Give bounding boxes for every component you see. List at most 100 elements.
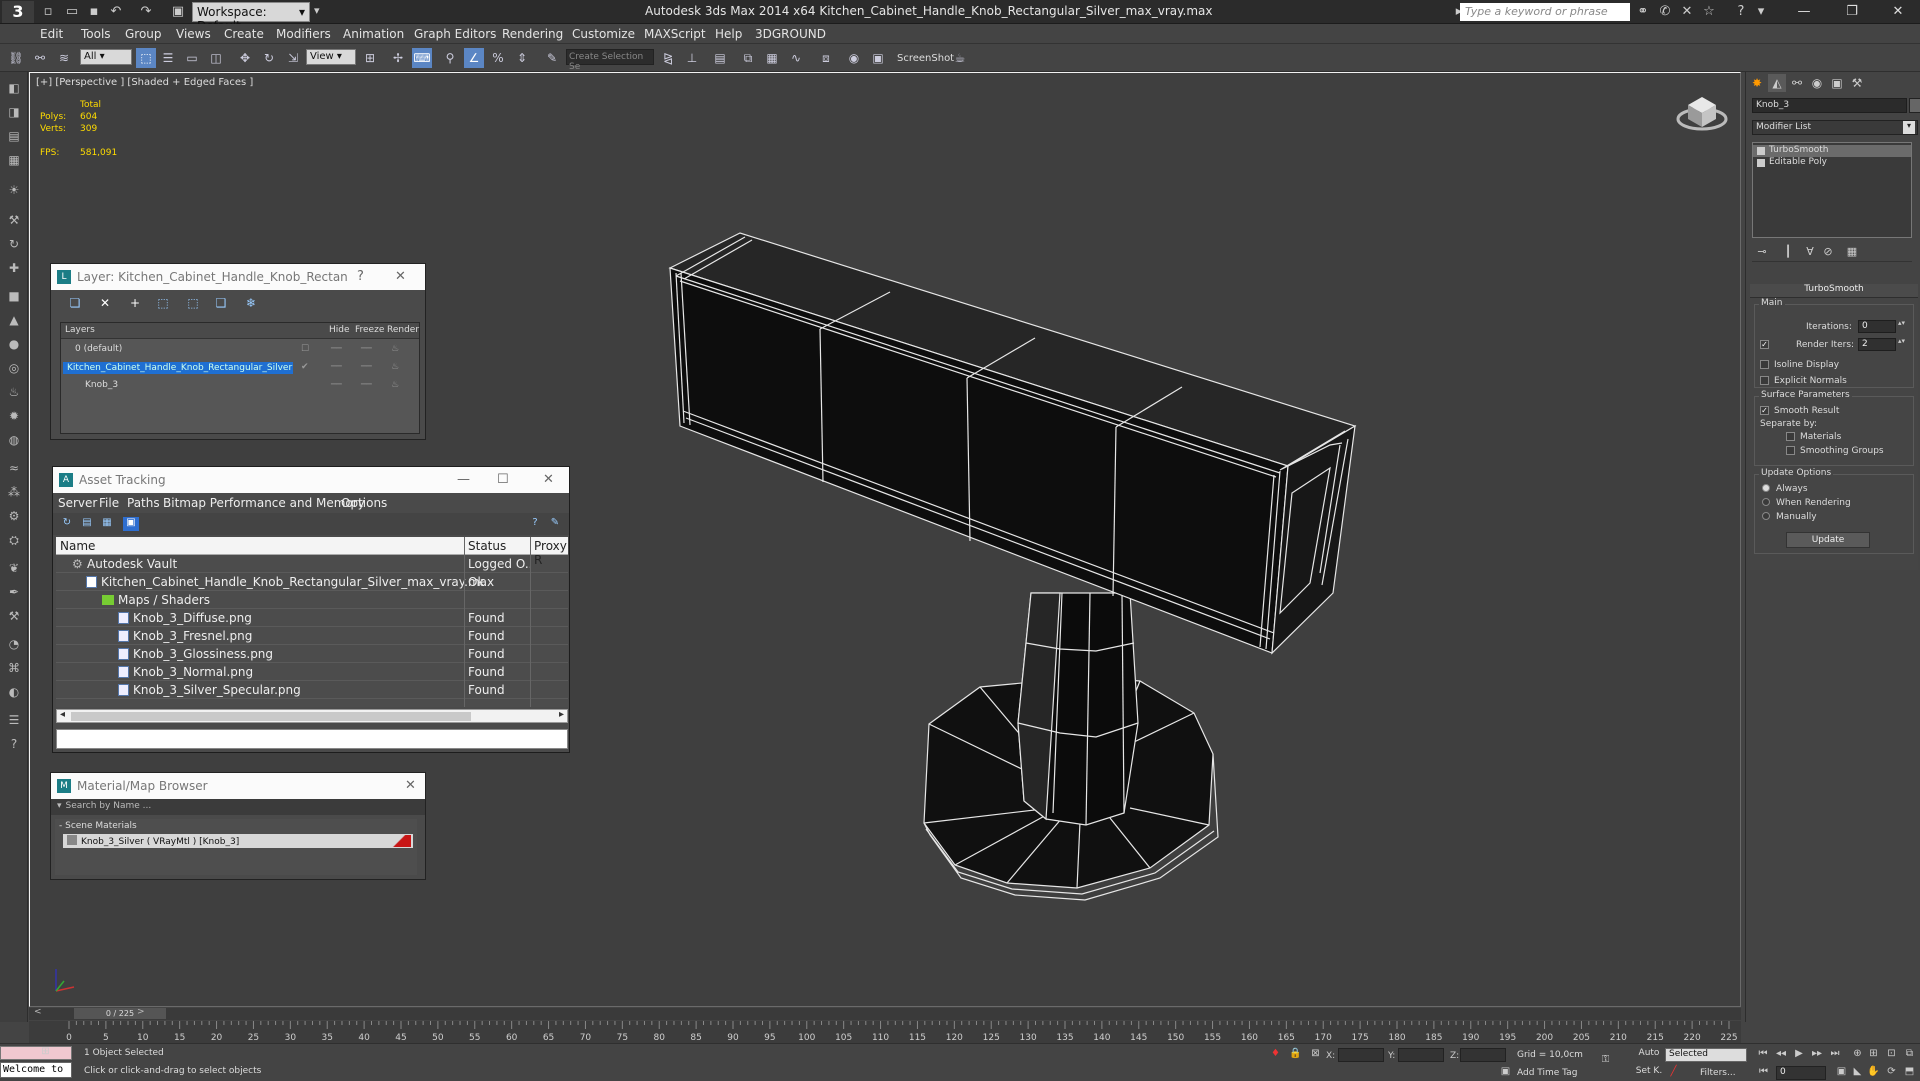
sun-light-icon[interactable]: ✹ <box>4 406 24 426</box>
asset-menu-server[interactable]: Server <box>58 496 97 510</box>
asset-menu-paths[interactable]: Paths <box>127 496 160 510</box>
col-layers[interactable]: Layers <box>65 325 95 335</box>
utilities-tab-icon[interactable]: ⚒ <box>1848 74 1866 92</box>
layer-panel-help-button[interactable]: ? <box>357 269 364 284</box>
select-move-icon[interactable]: ✥ <box>235 48 255 68</box>
layer-panel-header[interactable]: L Layer: Kitchen_Cabinet_Handle_Knob_Rec… <box>51 264 425 290</box>
bind-space-warp-icon[interactable]: ≋ <box>54 48 74 68</box>
shape-icon[interactable]: ≈ <box>4 458 24 478</box>
z-coordinate-field[interactable] <box>1460 1048 1506 1062</box>
communication-center-icon[interactable]: ✆ <box>1656 3 1674 21</box>
next-frame-icon[interactable]: ▸▸ <box>1810 1048 1824 1062</box>
object-name-field[interactable]: Knob_3 <box>1752 98 1907 113</box>
scroll-left-icon[interactable]: ◂ <box>60 709 65 720</box>
highlight-icon[interactable]: ✎ <box>547 517 563 531</box>
thumbnail-view-icon[interactable]: ▦ <box>99 517 115 531</box>
always-radio[interactable] <box>1762 484 1770 492</box>
teapot-icon[interactable]: ♨ <box>391 344 399 354</box>
layer-row[interactable]: 0 (default) ☐ ── ── ♨ <box>61 341 419 359</box>
camera-icon[interactable]: ◨ <box>4 102 24 122</box>
maxscript-input[interactable]: Welcome to <box>0 1062 72 1078</box>
key-icon[interactable]: ⚿ <box>1598 1054 1613 1069</box>
key-mode-icon[interactable]: ╱ <box>1666 1066 1681 1081</box>
refresh-icon[interactable]: ↻ <box>59 517 75 531</box>
material-search-input[interactable]: ▾ Search by Name ... <box>51 799 425 815</box>
hide-all-layers-icon[interactable]: ❑ <box>213 296 229 312</box>
freeze-toggle[interactable]: ── <box>361 344 372 354</box>
close-button[interactable]: ✕ <box>1880 2 1916 22</box>
table-row[interactable]: Knob_3_Fresnel.png Found <box>56 627 568 645</box>
col-status[interactable]: Status <box>468 539 506 553</box>
expand-icon[interactable] <box>1757 159 1765 167</box>
hide-toggle[interactable]: ── <box>331 380 342 390</box>
menu-edit[interactable]: Edit <box>40 27 63 41</box>
material-editor-icon[interactable]: ◉ <box>844 48 864 68</box>
mirror-icon[interactable]: ⧎ <box>658 48 678 68</box>
isolate-selection-icon[interactable]: ♦ <box>1268 1048 1283 1063</box>
minimize-button[interactable]: — <box>1786 2 1822 22</box>
maximize-viewport-icon[interactable]: ⬒ <box>1902 1066 1917 1081</box>
key-filters-button[interactable]: Filters... <box>1700 1068 1736 1078</box>
table-row[interactable]: Kitchen_Cabinet_Handle_Knob_Rectangular_… <box>56 573 568 591</box>
highlight-layer-icon[interactable]: ⬚ <box>185 296 201 312</box>
table-row[interactable]: Knob_3_Normal.png Found <box>56 663 568 681</box>
orbit-icon[interactable]: ⟳ <box>1884 1066 1899 1081</box>
key-mode-toggle-icon[interactable]: ⏮ <box>1756 1066 1771 1081</box>
menu-rendering[interactable]: Rendering <box>502 27 563 41</box>
select-by-name-icon[interactable]: ☰ <box>158 48 178 68</box>
freeze-toggle[interactable]: ── <box>361 362 372 372</box>
remove-modifier-icon[interactable]: ⊘ <box>1820 245 1836 261</box>
make-unique-icon[interactable]: ∀ <box>1802 245 1818 261</box>
teapot-primitive-icon[interactable]: ♨ <box>4 382 24 402</box>
stack-item-editable-poly[interactable]: Editable Poly <box>1753 157 1911 169</box>
asset-menu-file[interactable]: File <box>99 496 119 510</box>
help-icon[interactable]: ? <box>527 517 543 531</box>
question-icon[interactable]: ? <box>4 734 24 754</box>
rectangular-selection-icon[interactable]: ▭ <box>182 48 202 68</box>
object-color-swatch[interactable] <box>1909 98 1920 113</box>
delete-layer-icon[interactable]: ✕ <box>97 296 113 312</box>
hide-toggle[interactable]: ── <box>331 344 342 354</box>
key-filter-dropdown[interactable]: Selected <box>1665 1048 1747 1062</box>
set-key-button[interactable]: Set K. <box>1630 1066 1668 1080</box>
hierarchy-tab-icon[interactable]: ⚯ <box>1788 74 1806 92</box>
search-input[interactable]: Type a keyword or phrase <box>1460 3 1630 21</box>
time-slider[interactable]: < 0 / 225 > <box>29 1007 1741 1020</box>
systems-icon[interactable]: ⛭ <box>4 530 24 550</box>
track-bar[interactable]: 0 5 10 15 20 25 30 35 40 45 50 55 60 65 70 75 80 85 90 95 10… <box>29 1021 1741 1043</box>
align-icon[interactable]: ⊥ <box>682 48 702 68</box>
add-time-tag[interactable]: Add Time Tag <box>1517 1068 1577 1078</box>
menu-maxscript[interactable]: MAXScript <box>644 27 706 41</box>
save-file-icon[interactable]: ▪ <box>86 4 102 20</box>
scroll-thumb[interactable] <box>71 712 471 721</box>
scene-explorer-icon[interactable]: ▤ <box>710 48 730 68</box>
smoothing-groups-checkbox[interactable] <box>1786 446 1795 455</box>
pan-icon[interactable]: ✋ <box>1866 1066 1881 1081</box>
undo-icon[interactable]: ↶ <box>108 4 124 20</box>
object-paint-icon[interactable]: ⌘ <box>4 658 24 678</box>
explicit-normals-checkbox[interactable] <box>1760 376 1769 385</box>
scene-materials-group[interactable]: - Scene Materials <box>59 821 137 831</box>
workspace-dropdown[interactable]: Workspace: Default▾ <box>192 2 310 33</box>
percent-snap-icon[interactable]: % <box>488 48 508 68</box>
scroll-right-icon[interactable]: ▸ <box>559 709 564 720</box>
time-config-icon[interactable]: ▣ <box>1834 1066 1849 1081</box>
motion-tab-icon[interactable]: ◉ <box>1808 74 1826 92</box>
sphere-primitive-icon[interactable]: ● <box>4 334 24 354</box>
freeze-toggle[interactable]: ── <box>361 380 372 390</box>
select-object-icon[interactable]: ⬚ <box>136 48 156 68</box>
grid-icon[interactable]: ▦ <box>4 150 24 170</box>
rotate-tool-icon[interactable]: ↻ <box>4 234 24 254</box>
modify-tab-icon[interactable]: ◭ <box>1768 74 1786 92</box>
torus-primitive-icon[interactable]: ◎ <box>4 358 24 378</box>
menu-create[interactable]: Create <box>224 27 264 41</box>
current-frame-field[interactable]: 0 <box>1776 1066 1826 1080</box>
wrench-icon[interactable]: ⚒ <box>4 606 24 626</box>
leaf-icon[interactable]: ❦ <box>4 558 24 578</box>
auto-key-button[interactable]: Auto <box>1630 1048 1668 1062</box>
display-icon[interactable]: ▤ <box>4 126 24 146</box>
menu-help[interactable]: Help <box>715 27 742 41</box>
table-row[interactable]: Knob_3_Diffuse.png Found <box>56 609 568 627</box>
angle-snap-icon[interactable]: ∠ <box>464 48 484 68</box>
favorites-star-icon[interactable]: ☆ <box>1700 3 1718 21</box>
